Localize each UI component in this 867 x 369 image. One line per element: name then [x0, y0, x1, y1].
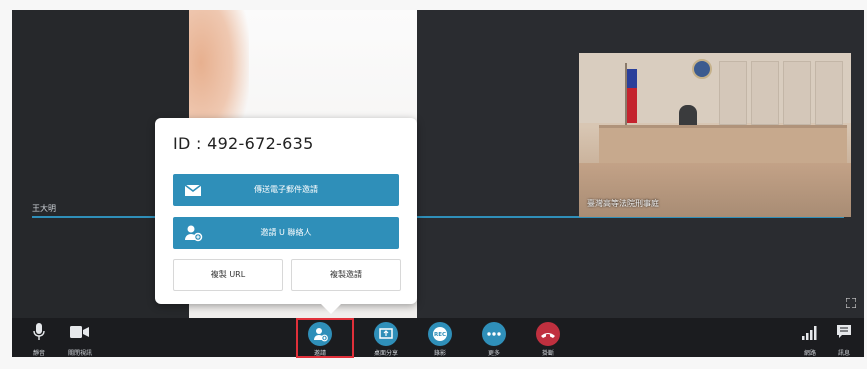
camera-icon	[70, 325, 90, 341]
wall-panel	[783, 61, 811, 125]
mute-label: 靜音	[32, 350, 45, 357]
wall-panel	[719, 61, 747, 125]
wall-panel	[751, 61, 779, 125]
phone-hangup-icon	[536, 322, 560, 346]
invite-popover: ID : 492-672-635 傳送電子郵件邀請 邀請 U 聯絡人 複製 UR…	[155, 118, 417, 314]
participant-name-label: 王大明	[32, 204, 56, 213]
wall-panel	[815, 61, 843, 125]
more-label: 更多	[487, 350, 500, 357]
courtroom-video[interactable]: 臺灣高等法院刑事庭	[579, 53, 851, 217]
invite-contact-label: 邀請 U 聯絡人	[260, 228, 312, 237]
send-email-invite-button[interactable]: 傳送電子郵件邀請	[173, 174, 399, 206]
record-label: 錄影	[433, 350, 446, 357]
meeting-toolbar: 靜音 關閉視訊 邀請 桌面分享 REC 錄影 更多 掛斷 網路 訊息	[12, 318, 864, 357]
record-icon: REC	[428, 322, 452, 346]
hangup-label: 掛斷	[541, 350, 554, 357]
record-icon-text: REC	[434, 332, 446, 338]
mic-icon	[33, 323, 45, 345]
copy-invite-button[interactable]: 複製邀請	[291, 259, 401, 291]
share-screen-label: 桌面分享	[373, 350, 398, 357]
court-bench	[599, 125, 847, 166]
network-label: 網路	[803, 350, 816, 357]
share-screen-icon	[374, 322, 398, 346]
invite-button-highlight	[296, 318, 354, 358]
invite-contact-button[interactable]: 邀請 U 聯絡人	[173, 217, 399, 249]
copy-url-button[interactable]: 複製 URL	[173, 259, 283, 291]
meeting-id: ID : 492-672-635	[173, 134, 314, 153]
video-stage: 王大明 臺灣高等法院刑事庭	[12, 10, 864, 357]
chat-icon	[836, 324, 852, 342]
expand-icon[interactable]	[845, 297, 857, 311]
signal-icon	[802, 326, 818, 342]
send-email-invite-label: 傳送電子郵件邀請	[254, 185, 318, 194]
court-emblem	[692, 59, 712, 79]
more-icon	[482, 322, 506, 346]
chat-label: 訊息	[837, 350, 850, 357]
stop-video-label: 關閉視訊	[67, 350, 92, 357]
flag	[627, 69, 637, 123]
courtroom-caption: 臺灣高等法院刑事庭	[587, 199, 659, 208]
